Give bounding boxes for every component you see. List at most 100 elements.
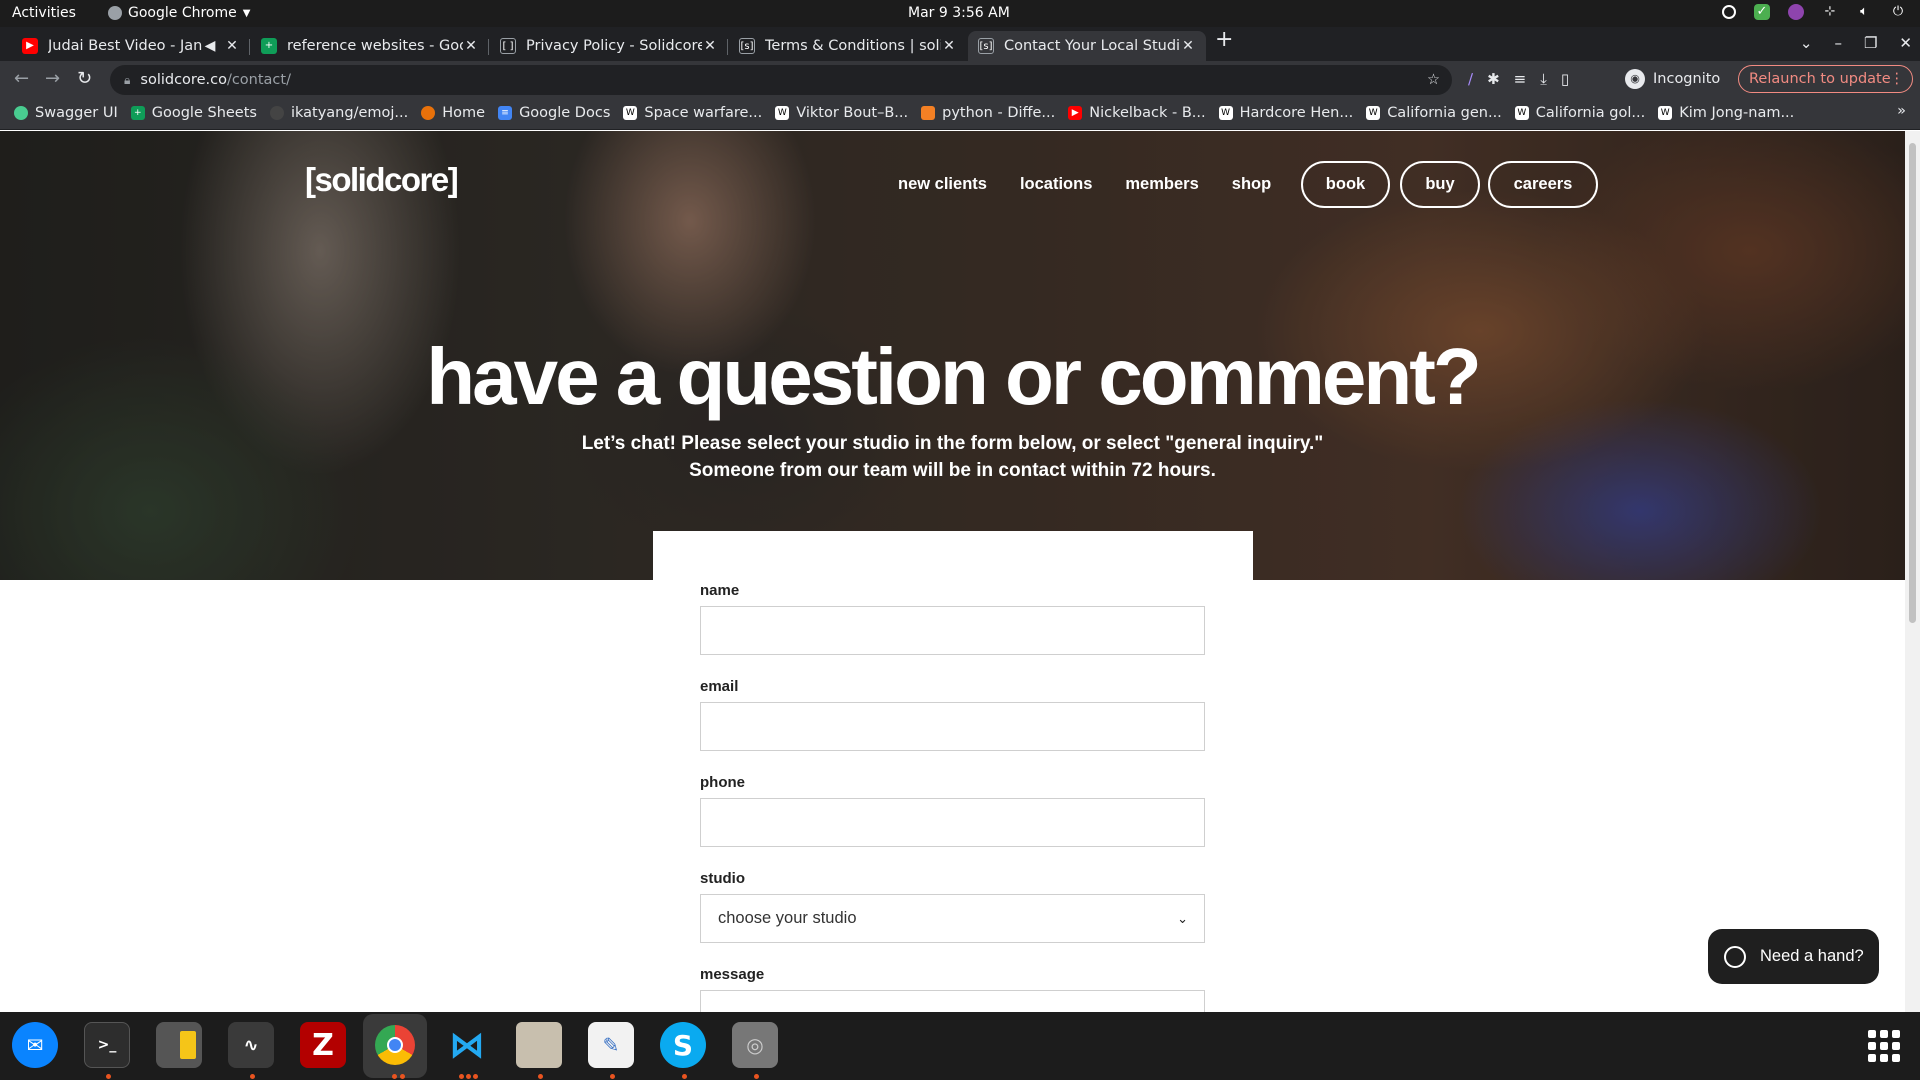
- skype-icon[interactable]: S: [660, 1022, 706, 1068]
- volume-icon[interactable]: 🔈︎: [1856, 4, 1872, 20]
- new-tab-icon[interactable]: +: [1215, 27, 1233, 52]
- nav-shop[interactable]: shop: [1232, 175, 1271, 194]
- bookmark-item[interactable]: W Space warfare...: [623, 105, 762, 121]
- running-indicator: [459, 1074, 464, 1079]
- nav-new-clients[interactable]: new clients: [898, 175, 987, 194]
- help-chat-button[interactable]: Need a hand?: [1708, 929, 1879, 984]
- bookmark-item[interactable]: ≡ Google Docs: [498, 105, 610, 121]
- buy-button[interactable]: buy: [1400, 161, 1480, 208]
- extension-tray-icon[interactable]: [1788, 4, 1804, 20]
- minimize-icon[interactable]: –: [1834, 34, 1842, 52]
- home-icon: [421, 106, 436, 120]
- download-icon[interactable]: ⤓: [1540, 70, 1547, 88]
- site-logo[interactable]: [solidcore]: [305, 161, 459, 199]
- name-input[interactable]: [700, 606, 1205, 655]
- bookmark-item[interactable]: W California gol...: [1514, 105, 1645, 121]
- hero-section: [solidcore] new clients locations member…: [0, 131, 1905, 580]
- close-tab-icon[interactable]: ✕: [941, 38, 957, 54]
- wikipedia-icon: W: [1366, 106, 1381, 120]
- address-bar[interactable]: 🔒︎ solidcore.co/contact/ ☆: [110, 65, 1452, 95]
- disks-icon[interactable]: ◎: [732, 1022, 778, 1068]
- chrome-icon[interactable]: [372, 1022, 418, 1068]
- speaker-icon[interactable]: ◀︎: [202, 38, 218, 54]
- clock[interactable]: Mar 9 3:56 AM: [908, 5, 1010, 21]
- bookmark-item[interactable]: ikatyang/emoj...: [269, 105, 409, 121]
- files-icon[interactable]: [516, 1022, 562, 1068]
- nav-members[interactable]: members: [1125, 175, 1198, 194]
- back-icon[interactable]: ←: [14, 68, 29, 89]
- system-monitor-icon[interactable]: ∿: [228, 1022, 274, 1068]
- calculator-icon[interactable]: [156, 1022, 202, 1068]
- tab-contact[interactable]: [s] Contact Your Local Studio ✕: [968, 31, 1206, 61]
- reload-icon[interactable]: ↻: [77, 68, 92, 89]
- tab-youtube[interactable]: ▶ Judai Best Video - Jan ◀︎ ✕: [12, 31, 250, 61]
- side-panel-icon[interactable]: ▯: [1561, 70, 1569, 88]
- feather-extension-icon[interactable]: ∕: [1468, 70, 1473, 88]
- careers-button[interactable]: careers: [1488, 161, 1598, 208]
- book-button[interactable]: book: [1301, 161, 1390, 208]
- message-textarea[interactable]: [700, 990, 1205, 1012]
- window-controls: ⌄ – ❐ ✕: [1800, 34, 1912, 52]
- bookmark-star-icon[interactable]: ☆: [1427, 72, 1440, 88]
- puzzle-icon[interactable]: ✱: [1487, 70, 1500, 88]
- restore-icon[interactable]: ❐: [1864, 34, 1877, 52]
- bookmark-item[interactable]: W Hardcore Hen...: [1218, 105, 1353, 121]
- lock-icon[interactable]: 🔒︎: [124, 73, 130, 88]
- bookmark-item[interactable]: ▶ Nickelback - B...: [1068, 105, 1206, 121]
- check-icon[interactable]: ✓: [1754, 4, 1770, 20]
- bookmark-label: python - Diffe...: [942, 105, 1056, 121]
- email-input[interactable]: [700, 702, 1205, 751]
- running-indicator: [473, 1074, 478, 1079]
- caret-down-icon: ▼: [242, 7, 251, 19]
- vpn-icon[interactable]: [1722, 5, 1736, 19]
- tab-search-icon[interactable]: ⌄: [1800, 34, 1813, 52]
- bookmark-item[interactable]: + Google Sheets: [130, 105, 257, 121]
- close-tab-icon[interactable]: ✕: [702, 38, 718, 54]
- app-menu[interactable]: Google Chrome ▼: [108, 5, 250, 21]
- tab-privacy[interactable]: [ ] Privacy Policy - Solidcore ✕: [490, 31, 728, 61]
- contact-form: name email phone studio choose your stud…: [653, 531, 1253, 1012]
- running-indicator: [682, 1074, 687, 1079]
- system-tray[interactable]: ✓ ⊹ 🔈︎ ⏻: [1722, 4, 1906, 20]
- bookmark-item[interactable]: Swagger UI: [14, 105, 118, 121]
- tab-terms[interactable]: [s] Terms & Conditions | solid ✕: [729, 31, 967, 61]
- network-icon[interactable]: ⊹: [1822, 4, 1838, 20]
- bookmark-item[interactable]: W California gen...: [1366, 105, 1502, 121]
- incognito-indicator[interactable]: ◉ Incognito: [1625, 69, 1720, 89]
- text-editor-icon[interactable]: ✎: [588, 1022, 634, 1068]
- tab-sheets[interactable]: + reference websites - Goog ✕: [251, 31, 489, 61]
- running-indicator: [754, 1074, 759, 1079]
- thunderbird-icon[interactable]: ✉: [12, 1022, 58, 1068]
- close-tab-icon[interactable]: ✕: [1180, 38, 1196, 54]
- running-indicator: [466, 1074, 471, 1079]
- reading-list-icon[interactable]: ≡: [1514, 70, 1527, 88]
- wikipedia-icon: W: [623, 106, 638, 120]
- forward-icon[interactable]: →: [45, 68, 60, 89]
- close-window-icon[interactable]: ✕: [1899, 34, 1912, 52]
- running-indicator: [392, 1074, 397, 1079]
- bookmark-item[interactable]: Home: [421, 105, 485, 121]
- bookmarks-overflow-icon[interactable]: »: [1897, 103, 1906, 119]
- terminal-icon[interactable]: >_: [84, 1022, 130, 1068]
- power-icon[interactable]: ⏻: [1890, 4, 1906, 20]
- relaunch-button[interactable]: Relaunch to update ⋮: [1738, 65, 1913, 93]
- bookmark-label: ikatyang/emoj...: [290, 105, 409, 121]
- scrollbar-thumb[interactable]: [1909, 143, 1916, 623]
- bookmark-item[interactable]: python - Diffe...: [921, 105, 1055, 121]
- nav-locations[interactable]: locations: [1020, 175, 1092, 194]
- phone-input[interactable]: [700, 798, 1205, 847]
- close-tab-icon[interactable]: ✕: [224, 38, 240, 54]
- bookmark-item[interactable]: W Viktor Bout–B...: [775, 105, 908, 121]
- filezilla-icon[interactable]: Z: [300, 1022, 346, 1068]
- activities-button[interactable]: Activities: [12, 5, 76, 21]
- studio-select[interactable]: choose your studio ⌄: [700, 894, 1205, 943]
- page-scrollbar[interactable]: [1905, 131, 1920, 1012]
- close-tab-icon[interactable]: ✕: [463, 38, 479, 54]
- vscode-icon[interactable]: ⋈: [444, 1022, 490, 1068]
- running-indicator: [106, 1074, 111, 1079]
- studio-label: studio: [700, 870, 745, 887]
- show-apps-icon[interactable]: [1868, 1030, 1900, 1062]
- more-menu-icon[interactable]: ⋮: [1890, 71, 1905, 87]
- bookmark-item[interactable]: W Kim Jong-nam...: [1658, 105, 1794, 121]
- message-field-group: message: [700, 966, 1205, 1012]
